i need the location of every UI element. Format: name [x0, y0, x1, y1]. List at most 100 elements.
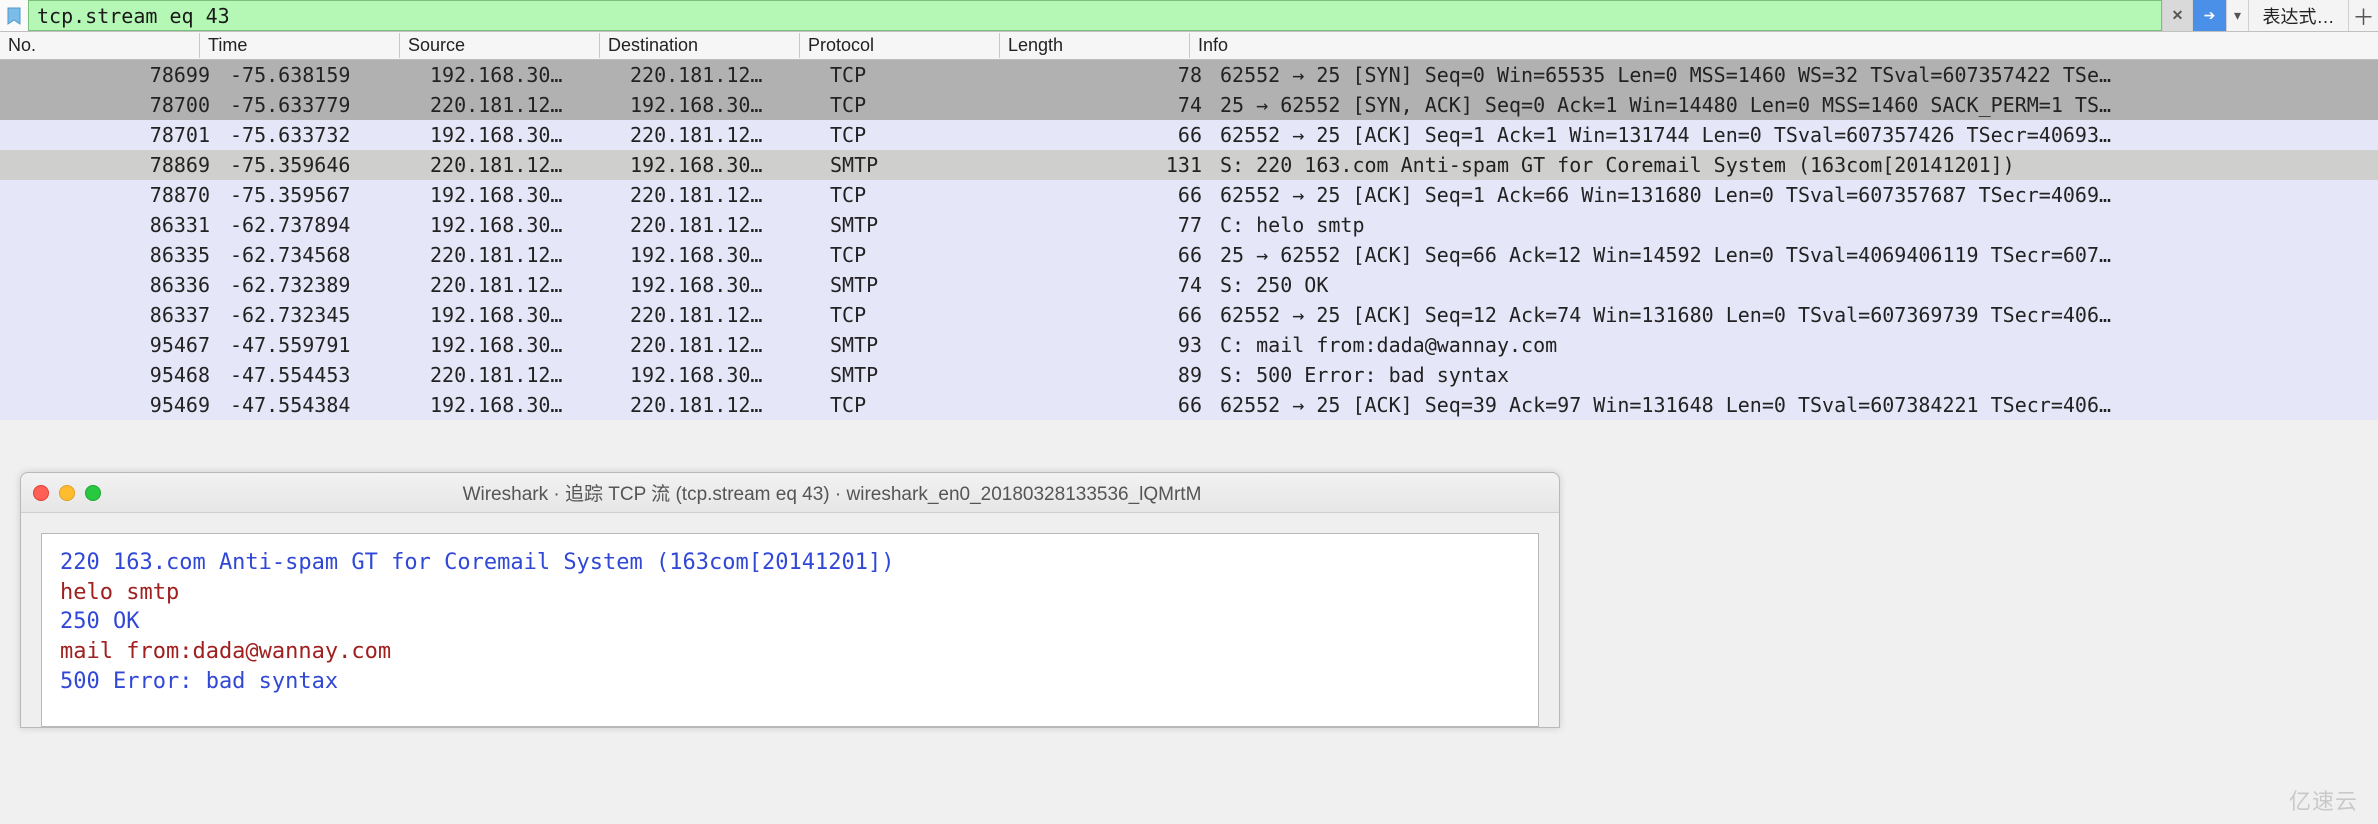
packet-time: -62.732389 — [222, 273, 422, 297]
column-header-no[interactable]: No. — [0, 33, 200, 58]
filter-history-dropdown[interactable]: ▾ — [2226, 0, 2248, 31]
packet-length: 131 — [1022, 153, 1212, 177]
packet-time: -47.554453 — [222, 363, 422, 387]
window-titlebar[interactable]: Wireshark · 追踪 TCP 流 (tcp.stream eq 43) … — [21, 473, 1559, 513]
packet-no: 95468 — [22, 363, 222, 387]
maximize-window-button[interactable] — [85, 485, 101, 501]
apply-filter-button[interactable]: ➔ — [2192, 0, 2226, 31]
table-row[interactable]: 95468-47.554453220.181.12…192.168.30…SMT… — [0, 360, 2378, 390]
packet-info: 62552 → 25 [ACK] Seq=12 Ack=74 Win=13168… — [1212, 303, 2378, 327]
packet-destination: 220.181.12… — [622, 183, 822, 207]
packet-time: -75.359567 — [222, 183, 422, 207]
packet-source: 192.168.30… — [422, 303, 622, 327]
display-filter-bar: ✕ ➔ ▾ 表达式… ＋ — [0, 0, 2378, 32]
packet-info: C: helo smtp — [1212, 213, 2378, 237]
clear-filter-button[interactable]: ✕ — [2162, 0, 2192, 31]
close-window-button[interactable] — [33, 485, 49, 501]
table-row[interactable]: 86331-62.737894192.168.30…220.181.12…SMT… — [0, 210, 2378, 240]
stream-content-area[interactable]: 220 163.com Anti-spam GT for Coremail Sy… — [41, 533, 1539, 727]
packet-protocol: TCP — [822, 63, 1022, 87]
packet-protocol: SMTP — [822, 333, 1022, 357]
packet-no: 86337 — [22, 303, 222, 327]
packet-length: 66 — [1022, 303, 1212, 327]
column-header-destination[interactable]: Destination — [600, 33, 800, 58]
packet-time: -47.559791 — [222, 333, 422, 357]
packet-protocol: TCP — [822, 183, 1022, 207]
table-row[interactable]: 86336-62.732389220.181.12…192.168.30…SMT… — [0, 270, 2378, 300]
packet-info: S: 250 OK — [1212, 273, 2378, 297]
packet-protocol: TCP — [822, 93, 1022, 117]
packet-no: 78869 — [22, 153, 222, 177]
packet-destination: 192.168.30… — [622, 273, 822, 297]
table-row[interactable]: 78700-75.633779220.181.12…192.168.30…TCP… — [0, 90, 2378, 120]
column-header-info[interactable]: Info — [1190, 33, 2378, 58]
packet-time: -75.633732 — [222, 123, 422, 147]
packet-length: 66 — [1022, 243, 1212, 267]
column-header-time[interactable]: Time — [200, 33, 400, 58]
minimize-window-button[interactable] — [59, 485, 75, 501]
packet-no: 95467 — [22, 333, 222, 357]
packet-destination: 192.168.30… — [622, 93, 822, 117]
packet-source: 192.168.30… — [422, 63, 622, 87]
packet-no: 95469 — [22, 393, 222, 417]
packet-length: 74 — [1022, 273, 1212, 297]
packet-protocol: SMTP — [822, 363, 1022, 387]
packet-length: 74 — [1022, 93, 1212, 117]
packet-length: 78 — [1022, 63, 1212, 87]
follow-tcp-stream-window: Wireshark · 追踪 TCP 流 (tcp.stream eq 43) … — [20, 472, 1560, 728]
table-row[interactable]: 78699-75.638159192.168.30…220.181.12…TCP… — [0, 60, 2378, 90]
packet-source: 220.181.12… — [422, 93, 622, 117]
window-title: Wireshark · 追踪 TCP 流 (tcp.stream eq 43) … — [117, 479, 1547, 506]
packet-protocol: SMTP — [822, 213, 1022, 237]
table-row[interactable]: 86337-62.732345192.168.30…220.181.12…TCP… — [0, 300, 2378, 330]
table-row[interactable]: 78870-75.359567192.168.30…220.181.12…TCP… — [0, 180, 2378, 210]
packet-info: 25 → 62552 [SYN, ACK] Seq=0 Ack=1 Win=14… — [1212, 93, 2378, 117]
expression-button[interactable]: 表达式… — [2248, 0, 2348, 31]
packet-destination: 192.168.30… — [622, 243, 822, 267]
packet-info: S: 500 Error: bad syntax — [1212, 363, 2378, 387]
column-header-source[interactable]: Source — [400, 33, 600, 58]
table-row[interactable]: 95469-47.554384192.168.30…220.181.12…TCP… — [0, 390, 2378, 420]
table-row[interactable]: 78701-75.633732192.168.30…220.181.12…TCP… — [0, 120, 2378, 150]
packet-length: 77 — [1022, 213, 1212, 237]
packet-no: 86336 — [22, 273, 222, 297]
packet-source: 220.181.12… — [422, 363, 622, 387]
packet-info: S: 220 163.com Anti-spam GT for Coremail… — [1212, 153, 2378, 177]
packet-info: 25 → 62552 [ACK] Seq=66 Ack=12 Win=14592… — [1212, 243, 2378, 267]
packet-source: 192.168.30… — [422, 123, 622, 147]
packet-protocol: TCP — [822, 303, 1022, 327]
client-line: helo smtp — [60, 578, 1520, 608]
bookmark-icon[interactable] — [0, 0, 28, 31]
packet-source: 192.168.30… — [422, 213, 622, 237]
packet-destination: 220.181.12… — [622, 213, 822, 237]
table-row[interactable]: 95467-47.559791192.168.30…220.181.12…SMT… — [0, 330, 2378, 360]
column-header-protocol[interactable]: Protocol — [800, 33, 1000, 58]
packet-source: 192.168.30… — [422, 393, 622, 417]
packet-protocol: SMTP — [822, 273, 1022, 297]
packet-table-body: 78699-75.638159192.168.30…220.181.12…TCP… — [0, 60, 2378, 420]
packet-info: 62552 → 25 [ACK] Seq=1 Ack=66 Win=131680… — [1212, 183, 2378, 207]
packet-protocol: TCP — [822, 243, 1022, 267]
watermark-text: 亿速云 — [2289, 784, 2358, 816]
table-row[interactable]: 86335-62.734568220.181.12…192.168.30…TCP… — [0, 240, 2378, 270]
packet-info: 62552 → 25 [SYN] Seq=0 Win=65535 Len=0 M… — [1212, 63, 2378, 87]
packet-destination: 192.168.30… — [622, 363, 822, 387]
packet-length: 93 — [1022, 333, 1212, 357]
add-filter-button[interactable]: ＋ — [2348, 0, 2378, 31]
packet-destination: 220.181.12… — [622, 333, 822, 357]
packet-length: 66 — [1022, 123, 1212, 147]
packet-source: 192.168.30… — [422, 333, 622, 357]
display-filter-input[interactable] — [28, 0, 2162, 31]
packet-table-header[interactable]: No. Time Source Destination Protocol Len… — [0, 32, 2378, 60]
server-line: 220 163.com Anti-spam GT for Coremail Sy… — [60, 548, 1520, 578]
packet-destination: 192.168.30… — [622, 153, 822, 177]
packet-time: -62.732345 — [222, 303, 422, 327]
packet-destination: 220.181.12… — [622, 303, 822, 327]
column-header-length[interactable]: Length — [1000, 33, 1190, 58]
table-row[interactable]: 78869-75.359646220.181.12…192.168.30…SMT… — [0, 150, 2378, 180]
packet-time: -75.359646 — [222, 153, 422, 177]
client-line: mail from:dada@wannay.com — [60, 637, 1520, 667]
packet-length: 89 — [1022, 363, 1212, 387]
packet-protocol: TCP — [822, 123, 1022, 147]
packet-info: 62552 → 25 [ACK] Seq=39 Ack=97 Win=13164… — [1212, 393, 2378, 417]
